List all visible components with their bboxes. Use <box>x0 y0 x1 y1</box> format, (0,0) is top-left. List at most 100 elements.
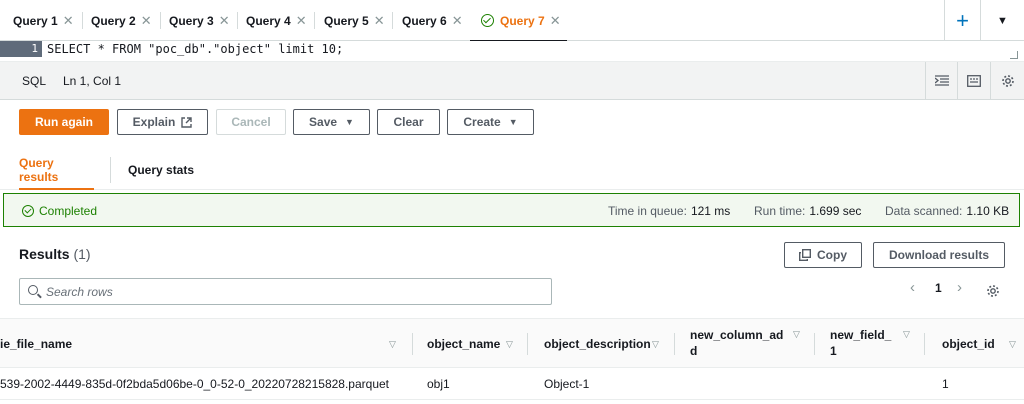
indent-icon <box>934 75 949 86</box>
create-button[interactable]: Create ▼ <box>447 109 534 135</box>
clear-button[interactable]: Clear <box>377 109 440 135</box>
run-again-label: Run again <box>34 115 93 129</box>
success-check-icon <box>22 205 34 217</box>
tab-label: Query 1 <box>13 13 58 28</box>
cell-object-id: 1 <box>942 377 949 391</box>
explain-button[interactable]: Explain <box>117 109 208 135</box>
previous-page-button[interactable]: ‹ <box>910 279 915 296</box>
results-tabs: Query results Query stats <box>0 150 1024 190</box>
create-label: Create <box>463 115 501 129</box>
tab-query-4[interactable]: Query 4 ✕ <box>246 0 315 41</box>
tab-divider <box>110 157 111 183</box>
tab-query-6[interactable]: Query 6 ✕ <box>402 0 470 41</box>
sql-code-line[interactable]: SELECT * FROM "poc_db"."object" limit 10… <box>47 41 343 57</box>
cursor-position: Ln 1, Col 1 <box>63 74 122 88</box>
copy-label: Copy <box>817 248 847 262</box>
editor-status-bar: SQL Ln 1, Col 1 <box>0 62 1024 100</box>
query-status-banner: Completed Time in queue: 121 ms Run time:… <box>3 193 1020 227</box>
tab-divider <box>314 12 315 29</box>
column-label: ie_file_name <box>0 337 73 351</box>
column-label: object_name <box>427 337 501 351</box>
keyboard-shortcuts-button[interactable] <box>957 62 989 100</box>
add-tab-button[interactable]: + <box>944 0 980 41</box>
tab-label: Query 3 <box>169 13 214 28</box>
download-results-button[interactable]: Download results <box>873 242 1005 268</box>
column-header-new-column-add[interactable]: new_column_ad d ▽ <box>675 319 815 369</box>
search-input[interactable] <box>46 283 536 301</box>
tab-query-7[interactable]: Query 7 ✕ <box>470 0 567 42</box>
close-icon[interactable]: ✕ <box>550 13 561 29</box>
tab-query-3[interactable]: Query 3 ✕ <box>169 0 238 41</box>
sort-icon[interactable]: ▽ <box>1009 339 1016 350</box>
sort-icon[interactable]: ▽ <box>389 339 396 350</box>
sort-icon[interactable]: ▽ <box>903 329 910 340</box>
column-header-file-name[interactable]: ie_file_name ▽ <box>0 319 413 369</box>
clear-label: Clear <box>393 115 424 129</box>
next-page-button[interactable]: › <box>957 279 962 296</box>
caret-down-icon: ▼ <box>508 117 518 127</box>
language-label: SQL <box>22 74 47 88</box>
gear-icon <box>1001 75 1014 87</box>
external-link-icon <box>181 116 193 128</box>
search-icon <box>28 285 38 295</box>
close-icon[interactable]: ✕ <box>141 13 152 29</box>
sql-editor[interactable]: 1 SELECT * FROM "poc_db"."object" limit … <box>0 41 1024 62</box>
copy-button[interactable]: Copy <box>784 242 862 268</box>
close-icon[interactable]: ✕ <box>296 13 307 29</box>
column-header-object-id[interactable]: object_id ▽ <box>925 319 1024 369</box>
caret-down-icon: ▼ <box>345 117 354 127</box>
tab-query-5[interactable]: Query 5 ✕ <box>324 0 393 41</box>
column-label-wrap: new_column_ad d <box>690 327 783 359</box>
tab-query-2[interactable]: Query 2 ✕ <box>91 0 161 41</box>
cancel-label: Cancel <box>231 115 271 129</box>
plus-icon: + <box>956 7 969 33</box>
tab-divider <box>237 12 238 29</box>
close-icon[interactable]: ✕ <box>374 13 385 29</box>
stat-label: Run time: <box>754 204 806 218</box>
save-label: Save <box>309 115 338 129</box>
table-settings-button[interactable] <box>986 284 1000 301</box>
search-rows-field[interactable] <box>19 278 552 305</box>
column-header-new-field-1[interactable]: new_field_ 1 ▽ <box>815 319 925 369</box>
results-title: Results (1) <box>19 246 91 262</box>
close-icon[interactable]: ✕ <box>63 13 74 29</box>
resize-handle-icon[interactable] <box>1010 51 1018 59</box>
tab-query-1[interactable]: Query 1 ✕ <box>13 0 83 41</box>
stat-value: 1.699 sec <box>809 204 862 218</box>
cell-object-name: obj1 <box>427 377 450 391</box>
editor-settings-button[interactable] <box>990 62 1024 100</box>
column-header-object-description[interactable]: object_description ▽ <box>528 319 675 369</box>
stat-value: 121 ms <box>690 204 731 218</box>
results-table-header: ie_file_name ▽ object_name ▽ object_desc… <box>0 318 1024 368</box>
tab-divider <box>160 12 161 29</box>
column-header-object-name[interactable]: object_name ▽ <box>413 319 528 369</box>
table-row[interactable]: 539-2002-4449-835d-0f2bda5d06be-0_0-52-0… <box>0 368 1024 400</box>
cell-object-description: Object-1 <box>544 377 590 391</box>
sort-icon[interactable]: ▽ <box>506 339 513 350</box>
tab-label: Query 4 <box>246 13 291 28</box>
copy-icon <box>799 249 811 261</box>
line-number: 1 <box>0 41 42 57</box>
tab-divider <box>82 12 83 29</box>
save-button[interactable]: Save ▼ <box>293 109 370 135</box>
current-page[interactable]: 1 <box>935 281 942 295</box>
format-button[interactable] <box>925 62 957 100</box>
time-in-queue: Time in queue: 121 ms <box>608 204 730 218</box>
success-check-icon <box>481 14 494 27</box>
column-label-continued: 1 <box>830 344 837 358</box>
sort-icon[interactable]: ▽ <box>652 339 659 350</box>
tab-query-stats[interactable]: Query stats <box>128 150 194 190</box>
explain-label: Explain <box>132 115 176 129</box>
results-count: (1) <box>73 246 91 262</box>
cell-file-name: 539-2002-4449-835d-0f2bda5d06be-0_0-52-0… <box>0 377 390 391</box>
download-label: Download results <box>888 248 989 262</box>
run-again-button[interactable]: Run again <box>19 109 109 135</box>
column-label: object_id <box>942 337 995 351</box>
sort-icon[interactable]: ▽ <box>793 329 800 340</box>
cancel-button[interactable]: Cancel <box>216 109 286 135</box>
tab-menu-button[interactable]: ▼ <box>980 0 1024 41</box>
stat-label: Time in queue: <box>608 204 687 218</box>
close-icon[interactable]: ✕ <box>219 13 230 29</box>
tab-query-results[interactable]: Query results <box>19 150 94 190</box>
close-icon[interactable]: ✕ <box>452 13 463 29</box>
